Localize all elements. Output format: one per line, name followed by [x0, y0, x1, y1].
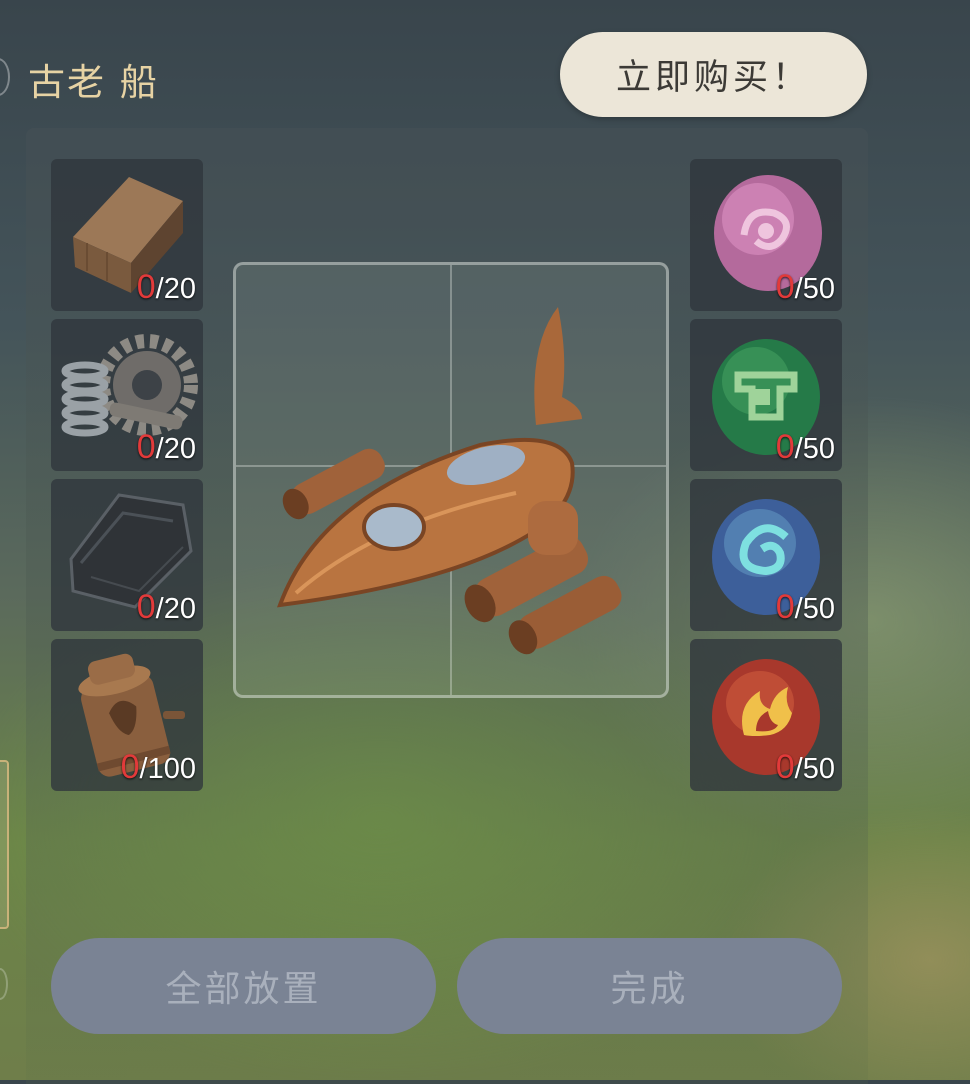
- side-tab-circle[interactable]: [0, 58, 10, 96]
- buy-now-button[interactable]: 立即购买！: [560, 32, 867, 117]
- material-count: 0/20: [136, 588, 196, 626]
- material-count: 0/20: [136, 268, 196, 306]
- side-tab-selected[interactable]: [0, 760, 9, 929]
- material-count: 0/50: [775, 428, 835, 466]
- material-count: 0/50: [775, 748, 835, 786]
- material-slot-leather[interactable]: 0/20: [51, 479, 203, 631]
- material-slot-gear[interactable]: 0/20: [51, 319, 203, 471]
- material-slot-green-stone[interactable]: 0/50: [690, 319, 842, 471]
- material-count: 0/50: [775, 268, 835, 306]
- material-count: 0/100: [120, 748, 196, 786]
- complete-button[interactable]: 完成: [457, 938, 842, 1034]
- ancient-ship-icon: [276, 307, 622, 655]
- ship-preview-frame: [233, 262, 669, 698]
- side-tab-strip: [0, 0, 10, 1080]
- place-all-button[interactable]: 全部放置: [51, 938, 436, 1034]
- material-count: 0/50: [775, 588, 835, 626]
- page-title: 古老 船: [28, 61, 159, 104]
- material-slot-purple-stone[interactable]: 0/50: [690, 159, 842, 311]
- material-count: 0/20: [136, 428, 196, 466]
- material-slot-wood[interactable]: 0/20: [51, 159, 203, 311]
- side-tab-dot[interactable]: [0, 968, 8, 1000]
- material-slot-canister[interactable]: 0/100: [51, 639, 203, 791]
- material-slot-red-stone[interactable]: 0/50: [690, 639, 842, 791]
- material-slot-blue-stone[interactable]: 0/50: [690, 479, 842, 631]
